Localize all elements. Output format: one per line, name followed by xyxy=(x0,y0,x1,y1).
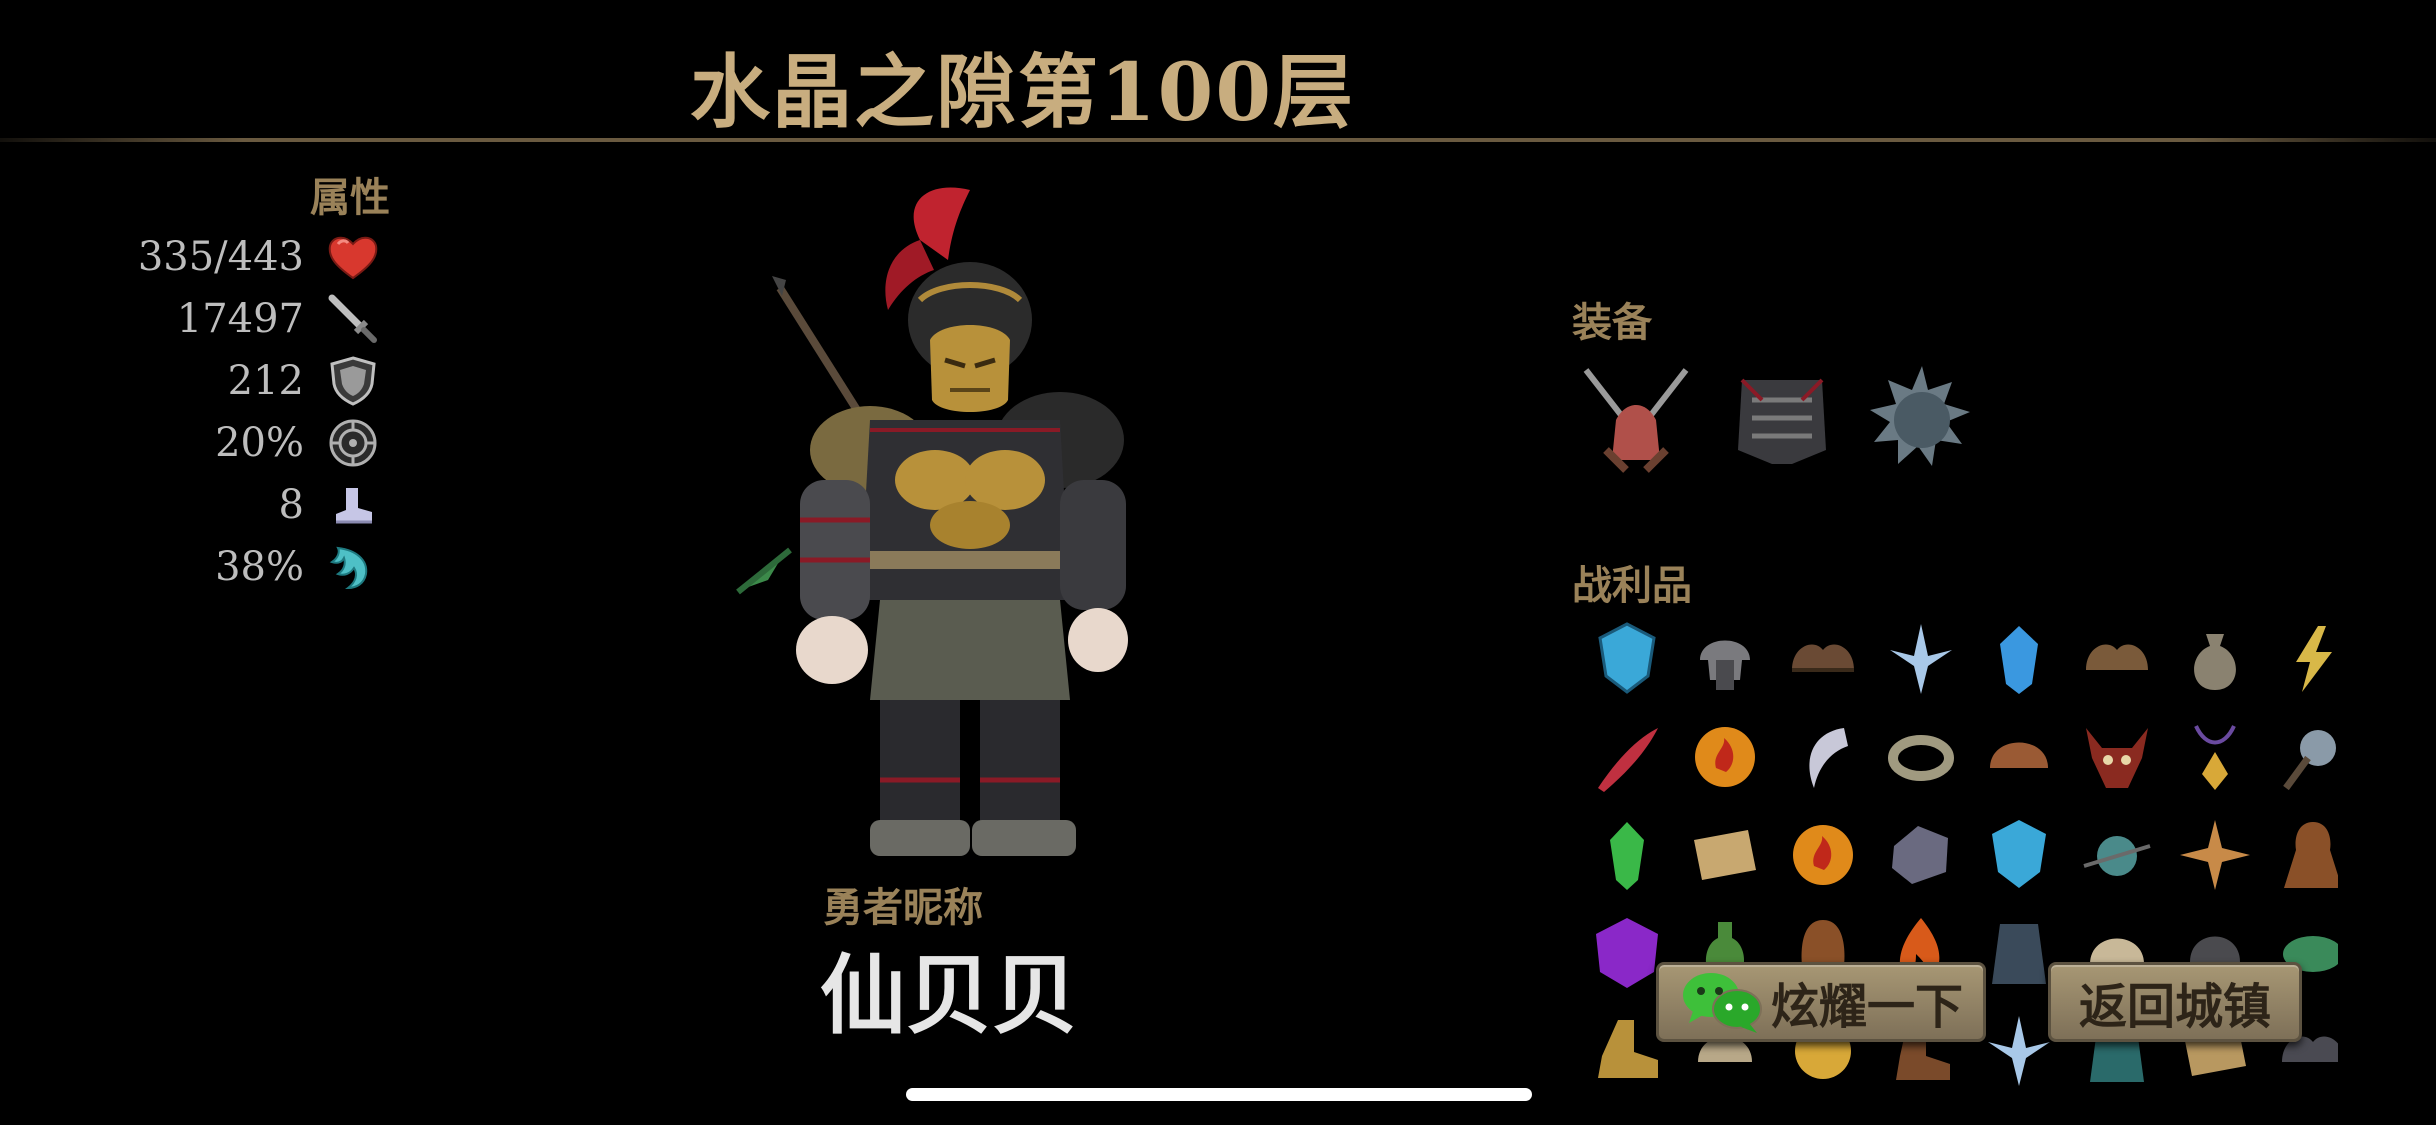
equipment-heading: 装备 xyxy=(1572,299,1652,346)
share-button-label: 炫耀一下 xyxy=(1770,979,1963,1035)
return-to-town-button[interactable]: 返回城镇 xyxy=(2048,962,2302,1042)
dark-armor-icon[interactable] xyxy=(1722,360,1842,480)
spiked-mace-icon[interactable] xyxy=(2274,718,2338,796)
dark-robe-icon[interactable] xyxy=(1980,914,2058,992)
purple-rune-icon[interactable] xyxy=(1588,914,1666,992)
curved-dagger-icon[interactable] xyxy=(1588,718,1666,796)
wind-claw-icon xyxy=(329,546,368,590)
scroll-icon[interactable] xyxy=(1686,816,1764,894)
spiked-helmet-icon[interactable] xyxy=(1862,360,1982,480)
iron-helmet-icon[interactable] xyxy=(1686,620,1764,698)
green-gem-icon[interactable] xyxy=(1588,816,1666,894)
stat-value: 212 xyxy=(227,358,304,404)
fire-orb-icon[interactable] xyxy=(1686,718,1764,796)
brown-cloak-icon[interactable] xyxy=(2274,816,2338,894)
blue-crystal-shield-icon[interactable] xyxy=(1980,816,2058,894)
share-button[interactable]: 炫耀一下 xyxy=(1656,962,1986,1042)
moon-blade-icon[interactable] xyxy=(1784,718,1862,796)
ring-icon[interactable] xyxy=(1882,718,1960,796)
pouch-icon[interactable] xyxy=(2176,620,2254,698)
stone-icon[interactable] xyxy=(1882,816,1960,894)
return-button-label: 返回城镇 xyxy=(2078,979,2271,1035)
ice-spike-icon[interactable] xyxy=(1882,620,1960,698)
shield-icon xyxy=(330,356,376,406)
crossed-swords-icon[interactable] xyxy=(1576,360,1696,480)
loot-grid xyxy=(1578,616,2338,1125)
leather-shoulder-icon[interactable] xyxy=(2078,620,2156,698)
floor-title: 水晶之隙第100层 xyxy=(690,45,1355,139)
spiked-ball-icon[interactable] xyxy=(2078,816,2156,894)
title-divider xyxy=(0,138,2436,142)
leather-cap-icon[interactable] xyxy=(1980,718,2058,796)
attributes-heading: 属性 xyxy=(310,174,390,221)
stat-value: 335/443 xyxy=(137,234,304,280)
stat-value: 8 xyxy=(278,482,304,528)
lightning-rune-icon[interactable] xyxy=(2274,620,2338,698)
heart-icon xyxy=(328,236,378,280)
stat-attack: 17497 xyxy=(80,292,400,350)
stat-value: 17497 xyxy=(176,296,304,342)
blue-gem-icon[interactable] xyxy=(1980,620,2058,698)
horned-mask-icon[interactable] xyxy=(2078,718,2156,796)
stat-value: 20% xyxy=(215,420,304,466)
home-indicator[interactable] xyxy=(906,1088,1532,1101)
shuriken-icon[interactable] xyxy=(2176,816,2254,894)
stat-dodge: 38% xyxy=(80,540,400,598)
stat-defense: 212 xyxy=(80,354,400,412)
boot-icon xyxy=(336,488,372,524)
amulet-icon[interactable] xyxy=(2176,718,2254,796)
leather-shoulder-icon[interactable] xyxy=(1784,620,1862,698)
stat-speed: 8 xyxy=(80,478,400,536)
sword-icon xyxy=(328,294,377,343)
stat-critical: 20% xyxy=(80,416,400,474)
golden-boot-icon[interactable] xyxy=(1588,1012,1666,1090)
wechat-icon xyxy=(1682,973,1762,1033)
loot-heading: 战利品 xyxy=(1572,562,1692,609)
hero-nickname: 仙贝贝 xyxy=(820,945,1078,1046)
critical-target-icon xyxy=(329,419,377,467)
stat-value: 38% xyxy=(215,544,304,590)
fire-orb-icon[interactable] xyxy=(1784,816,1862,894)
stat-health: 335/443 xyxy=(80,230,400,288)
ice-spike-icon[interactable] xyxy=(1980,1012,2058,1090)
blue-crystal-shield-icon[interactable] xyxy=(1588,620,1666,698)
hero-character xyxy=(736,187,1128,856)
